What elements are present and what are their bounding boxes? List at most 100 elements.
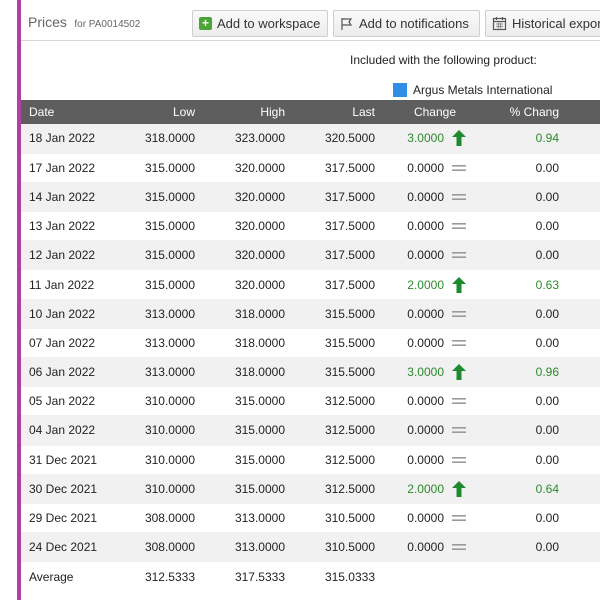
table-row: 29 Dec 2021 308.0000 313.0000 310.5000 0…	[21, 503, 600, 534]
cell-change-icon	[448, 357, 489, 388]
cell-last: 317.5000	[293, 240, 383, 271]
table-header-row: Date Low High Last Change % Chang	[21, 100, 600, 124]
cell-change-icon	[448, 532, 489, 563]
cell-pct-change: 0.00	[488, 240, 600, 271]
cell-change-icon	[448, 503, 489, 534]
column-header-high[interactable]: High	[203, 100, 293, 124]
column-header-date[interactable]: Date	[21, 100, 113, 124]
included-label: Included with the following product:	[350, 53, 537, 67]
cell-low: 315.0000	[113, 240, 203, 271]
cell-last: 310.5000	[293, 532, 383, 563]
cell-change: 0.0000	[383, 503, 448, 534]
cell-low: 310.0000	[113, 445, 203, 475]
page-title: Prices for PA0014502	[28, 14, 140, 32]
table-row: 14 Jan 2022 315.0000 320.0000 317.5000 0…	[21, 182, 600, 213]
cell-date: 31 Dec 2021	[21, 445, 113, 475]
cell-change: 0.0000	[383, 328, 448, 359]
cell-low: 315.0000	[113, 211, 203, 242]
table-row: 31 Dec 2021 310.0000 315.0000 312.5000 0…	[21, 445, 600, 475]
average-row: Average 312.5333 317.5333 315.0333	[21, 561, 600, 591]
no-change-icon	[452, 163, 488, 173]
add-to-notifications-button[interactable]: Add to notifications	[333, 10, 480, 37]
table-row: 17 Jan 2022 315.0000 320.0000 317.5000 0…	[21, 153, 600, 183]
cell-high: 313.0000	[203, 503, 293, 534]
column-header-pct-change[interactable]: % Chang	[488, 100, 600, 124]
cell-pct-change: 0.00	[488, 386, 600, 417]
table-row: 30 Dec 2021 310.0000 315.0000 312.5000 2…	[21, 474, 600, 504]
cell-last: 320.5000	[293, 124, 383, 154]
cell-change: 0.0000	[383, 153, 448, 183]
cell-pct-change: 0.00	[488, 328, 600, 359]
average-label: Average	[21, 561, 113, 591]
cell-last: 317.5000	[293, 153, 383, 183]
column-header-change[interactable]: Change	[383, 100, 489, 124]
add-to-notifications-label: Add to notifications	[359, 16, 469, 31]
table-row: 11 Jan 2022 315.0000 320.0000 317.5000 2…	[21, 269, 600, 300]
column-header-low[interactable]: Low	[113, 100, 203, 124]
cell-last: 310.5000	[293, 503, 383, 534]
cell-last: 317.5000	[293, 269, 383, 300]
cell-change-icon	[448, 328, 489, 359]
cell-pct-change: 0.00	[488, 153, 600, 183]
product-link[interactable]: Argus Metals International	[393, 82, 552, 98]
table-row: 24 Dec 2021 308.0000 313.0000 310.5000 0…	[21, 532, 600, 563]
cell-change: 2.0000	[383, 269, 448, 300]
cell-low: 308.0000	[113, 503, 203, 534]
cell-change-icon	[448, 415, 489, 446]
no-change-icon	[452, 250, 488, 260]
up-arrow-icon	[452, 480, 488, 497]
cell-change: 0.0000	[383, 532, 448, 563]
cell-change: 0.0000	[383, 386, 448, 417]
cell-high: 318.0000	[203, 299, 293, 329]
prices-table: Date Low High Last Change % Chang 18 Jan…	[21, 100, 600, 591]
historical-export-label: Historical expor	[512, 16, 600, 31]
cell-high: 318.0000	[203, 328, 293, 359]
cell-pct-change: 0.96	[488, 357, 600, 388]
cell-date: 10 Jan 2022	[21, 299, 113, 329]
table-row: 06 Jan 2022 313.0000 318.0000 315.5000 3…	[21, 357, 600, 388]
cell-date: 11 Jan 2022	[21, 269, 113, 300]
table-row: 10 Jan 2022 313.0000 318.0000 315.5000 0…	[21, 299, 600, 329]
cell-pct-change: 0.00	[488, 415, 600, 446]
cell-last: 317.5000	[293, 211, 383, 242]
cell-low: 313.0000	[113, 299, 203, 329]
cell-high: 320.0000	[203, 182, 293, 213]
cell-change-icon	[448, 182, 489, 213]
page-title-text: Prices	[28, 14, 67, 30]
cell-high: 315.0000	[203, 474, 293, 504]
cell-date: 07 Jan 2022	[21, 328, 113, 359]
product-name: Argus Metals International	[413, 83, 553, 97]
cell-date: 30 Dec 2021	[21, 474, 113, 504]
cell-pct-change: 0.00	[488, 211, 600, 242]
no-change-icon	[452, 455, 488, 465]
cell-low: 310.0000	[113, 415, 203, 446]
cell-change-icon	[448, 153, 489, 183]
toolbar: Prices for PA0014502 + Add to workspace …	[21, 0, 600, 41]
cell-low: 315.0000	[113, 269, 203, 300]
cell-low: 313.0000	[113, 357, 203, 388]
historical-export-button[interactable]: Historical expor	[485, 10, 600, 37]
cell-high: 315.0000	[203, 415, 293, 446]
cell-pct-change: 0.00	[488, 299, 600, 329]
cell-date: 06 Jan 2022	[21, 357, 113, 388]
add-to-workspace-button[interactable]: + Add to workspace	[192, 10, 328, 37]
cell-date: 13 Jan 2022	[21, 211, 113, 242]
cell-last: 315.5000	[293, 299, 383, 329]
cell-change-icon	[448, 386, 489, 417]
cell-last: 312.5000	[293, 445, 383, 475]
cell-change: 3.0000	[383, 124, 448, 154]
cell-change: 3.0000	[383, 357, 448, 388]
up-arrow-icon	[452, 130, 488, 147]
table-row: 12 Jan 2022 315.0000 320.0000 317.5000 0…	[21, 240, 600, 271]
cell-pct-change: 0.00	[488, 182, 600, 213]
average-high: 317.5333	[203, 561, 293, 591]
cell-low: 313.0000	[113, 328, 203, 359]
cell-change-icon	[448, 269, 489, 300]
cell-change-icon	[448, 445, 489, 475]
up-arrow-icon	[452, 276, 488, 293]
add-to-workspace-label: Add to workspace	[217, 16, 321, 31]
column-header-last[interactable]: Last	[293, 100, 383, 124]
average-low: 312.5333	[113, 561, 203, 591]
cell-change-icon	[448, 240, 489, 271]
plus-icon: +	[199, 17, 212, 30]
